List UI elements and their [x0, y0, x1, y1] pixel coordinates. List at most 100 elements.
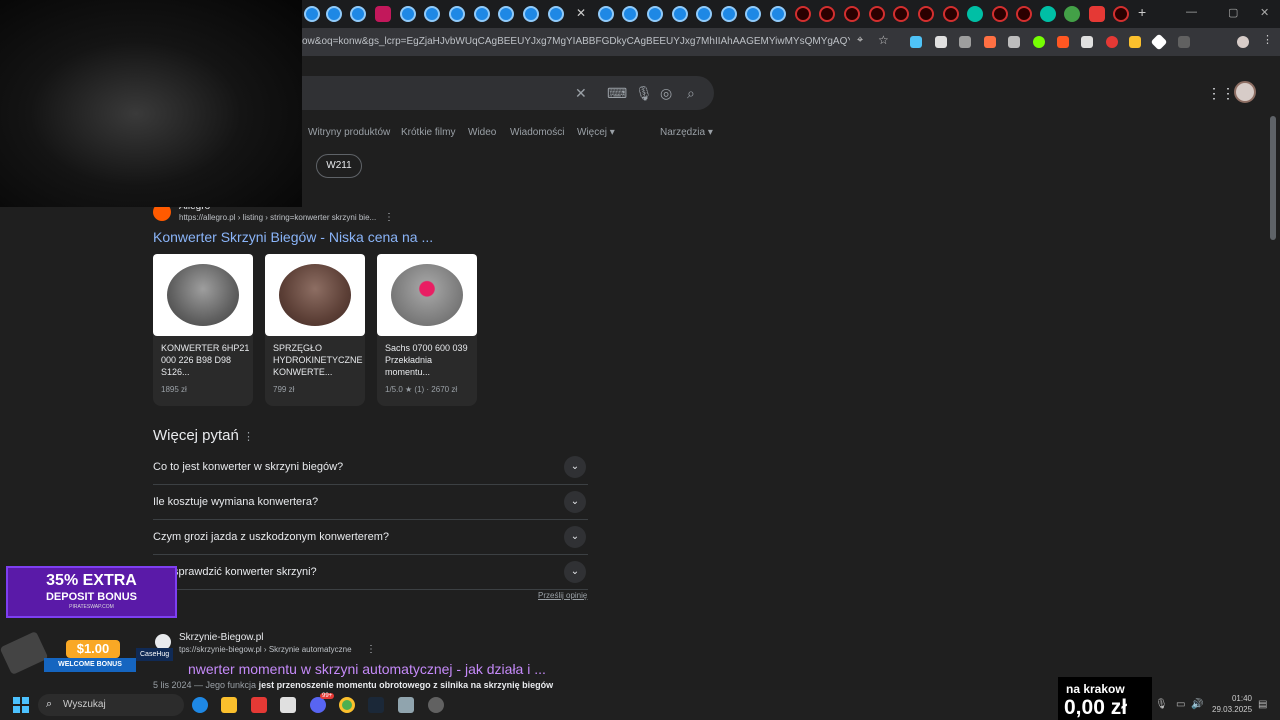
- bookmark-star-icon[interactable]: ☆: [878, 33, 890, 47]
- clear-icon[interactable]: ✕: [575, 85, 587, 102]
- minimize-icon[interactable]: —: [1186, 6, 1197, 18]
- chevron-down-icon[interactable]: ⌄: [564, 561, 586, 583]
- steam-icon[interactable]: [368, 697, 384, 713]
- result-title-link[interactable]: Konwerter Skrzyni Biegów - Niska cena na…: [153, 229, 433, 245]
- tab-favicon-icon[interactable]: [400, 6, 416, 22]
- url-field[interactable]: ow&oq=konw&gs_lcrp=EgZjaHJvbWUqCAgBEEUYJ…: [302, 36, 850, 47]
- tab-favicon-icon[interactable]: [918, 6, 934, 22]
- app-icon[interactable]: [251, 697, 267, 713]
- window-close-icon[interactable]: ✕: [1260, 6, 1269, 19]
- tab-favicon-icon[interactable]: [424, 6, 440, 22]
- more-options-icon[interactable]: ⋮: [366, 644, 376, 655]
- product-card[interactable]: Sachs 0700 600 039 Przekładnia momentu..…: [377, 254, 477, 406]
- tab-favicon-icon[interactable]: [1113, 6, 1129, 22]
- youtube-tab-icon[interactable]: [1089, 6, 1105, 22]
- profile-icon[interactable]: [1237, 36, 1249, 48]
- notifications-icon[interactable]: ▤: [1258, 699, 1267, 710]
- file-explorer-icon[interactable]: [221, 697, 237, 713]
- tab-favicon-icon[interactable]: [1016, 6, 1032, 22]
- question-item[interactable]: Czym grozi jazda z uszkodzonym konwerter…: [153, 520, 588, 555]
- tab-wiadomosci[interactable]: Wiadomości: [510, 127, 564, 138]
- more-options-icon[interactable]: ⋮: [243, 431, 254, 443]
- tab-favicon-icon[interactable]: [770, 6, 786, 22]
- edge-icon[interactable]: [192, 697, 208, 713]
- tab-favicon-icon[interactable]: [844, 6, 860, 22]
- extension-icon[interactable]: [1057, 36, 1069, 48]
- network-icon[interactable]: ▭: [1176, 699, 1185, 710]
- tab-favicon-icon[interactable]: [1040, 6, 1056, 22]
- tab-favicon-icon[interactable]: [745, 6, 761, 22]
- extension-icon[interactable]: [1008, 36, 1020, 48]
- search-icon[interactable]: ⌕: [687, 85, 695, 102]
- tab-favicon-icon[interactable]: [943, 6, 959, 22]
- filter-chip[interactable]: W211: [316, 154, 362, 178]
- new-tab-icon[interactable]: +: [1138, 4, 1146, 20]
- extension-icon[interactable]: [1106, 36, 1118, 48]
- tab-favicon-icon[interactable]: [992, 6, 1008, 22]
- windows-start-icon[interactable]: [13, 697, 29, 713]
- lens-icon[interactable]: ◎: [660, 85, 672, 102]
- tab-wiecej[interactable]: Więcej ▾: [577, 127, 615, 138]
- tab-favicon-icon[interactable]: [967, 6, 983, 22]
- tab-wideo[interactable]: Wideo: [468, 127, 496, 138]
- tab-favicon-icon[interactable]: [647, 6, 663, 22]
- discord-icon[interactable]: [310, 697, 326, 713]
- extension-icon[interactable]: [910, 36, 922, 48]
- tab-favicon-icon[interactable]: [696, 6, 712, 22]
- location-icon[interactable]: ⌖: [857, 34, 869, 46]
- instagram-tab-icon[interactable]: [375, 6, 391, 22]
- extension-icon[interactable]: [1150, 33, 1168, 51]
- tab-favicon-icon[interactable]: [869, 6, 885, 22]
- tab-favicon-icon[interactable]: [795, 6, 811, 22]
- keyboard-icon[interactable]: ⌨: [607, 85, 627, 102]
- tab-favicon-icon[interactable]: [326, 6, 342, 22]
- system-clock[interactable]: 01:40 29.03.2025: [1212, 693, 1252, 715]
- microphone-icon[interactable]: 🎙: [635, 85, 653, 102]
- extensions-puzzle-icon[interactable]: [1178, 36, 1190, 48]
- tab-favicon-icon[interactable]: [304, 6, 320, 22]
- more-options-icon[interactable]: ⋮: [384, 212, 394, 223]
- question-item[interactable]: Co to jest konwerter w skrzyni biegów? ⌄: [153, 450, 588, 485]
- chevron-down-icon[interactable]: ⌄: [564, 456, 586, 478]
- avatar[interactable]: [1234, 81, 1256, 103]
- search-input[interactable]: ✕ ⌨ 🎙 ◎ ⌕: [300, 76, 714, 110]
- tab-favicon-icon[interactable]: [449, 6, 465, 22]
- question-item[interactable]: sprawdzić konwerter skrzyni? ⌄: [153, 555, 588, 590]
- product-card[interactable]: SPRZĘGŁO HYDROKINETYCZNE KONWERTE... 799…: [265, 254, 365, 406]
- tab-favicon-icon[interactable]: [474, 6, 490, 22]
- app-icon[interactable]: [428, 697, 444, 713]
- scrollbar[interactable]: [1270, 116, 1276, 240]
- tab-favicon-icon[interactable]: [893, 6, 909, 22]
- extension-icon[interactable]: [984, 36, 996, 48]
- store-icon[interactable]: [280, 697, 296, 713]
- tab-favicon-icon[interactable]: [350, 6, 366, 22]
- apps-grid-icon[interactable]: ⋮⋮: [1207, 85, 1235, 102]
- close-tab-icon[interactable]: ✕: [576, 6, 586, 20]
- tab-witryny-produktow[interactable]: Witryny produktów: [308, 127, 390, 138]
- extension-icon[interactable]: [1129, 36, 1141, 48]
- maximize-icon[interactable]: ▢: [1228, 6, 1238, 19]
- calculator-icon[interactable]: [398, 697, 414, 713]
- kick-tab-icon[interactable]: [1064, 6, 1080, 22]
- microphone-icon[interactable]: 🎙: [1155, 699, 1168, 710]
- chevron-down-icon[interactable]: ⌄: [564, 491, 586, 513]
- question-item[interactable]: Ile kosztuje wymiana konwertera? ⌄: [153, 485, 588, 520]
- volume-icon[interactable]: 🔊: [1191, 699, 1203, 710]
- extension-icon[interactable]: [959, 36, 971, 48]
- tab-favicon-icon[interactable]: [672, 6, 688, 22]
- tab-krotkie-filmy[interactable]: Krótkie filmy: [401, 127, 455, 138]
- tab-favicon-icon[interactable]: [721, 6, 737, 22]
- taskbar-search[interactable]: ⌕ Wyszukaj: [38, 694, 184, 716]
- feedback-link[interactable]: Prześlij opinię: [538, 591, 587, 600]
- tab-favicon-icon[interactable]: [598, 6, 614, 22]
- tab-favicon-icon[interactable]: [548, 6, 564, 22]
- chevron-down-icon[interactable]: ⌄: [564, 526, 586, 548]
- extension-icon[interactable]: [1033, 36, 1045, 48]
- product-card[interactable]: KONWERTER 6HP21 000 226 B98 D98 S126... …: [153, 254, 253, 406]
- result-title-link[interactable]: nwerter momentu w skrzyni automatycznej …: [188, 661, 546, 677]
- extension-icon[interactable]: [935, 36, 947, 48]
- extension-icon[interactable]: [1081, 36, 1093, 48]
- tab-favicon-icon[interactable]: [498, 6, 514, 22]
- tab-favicon-icon[interactable]: [622, 6, 638, 22]
- tab-favicon-icon[interactable]: [523, 6, 539, 22]
